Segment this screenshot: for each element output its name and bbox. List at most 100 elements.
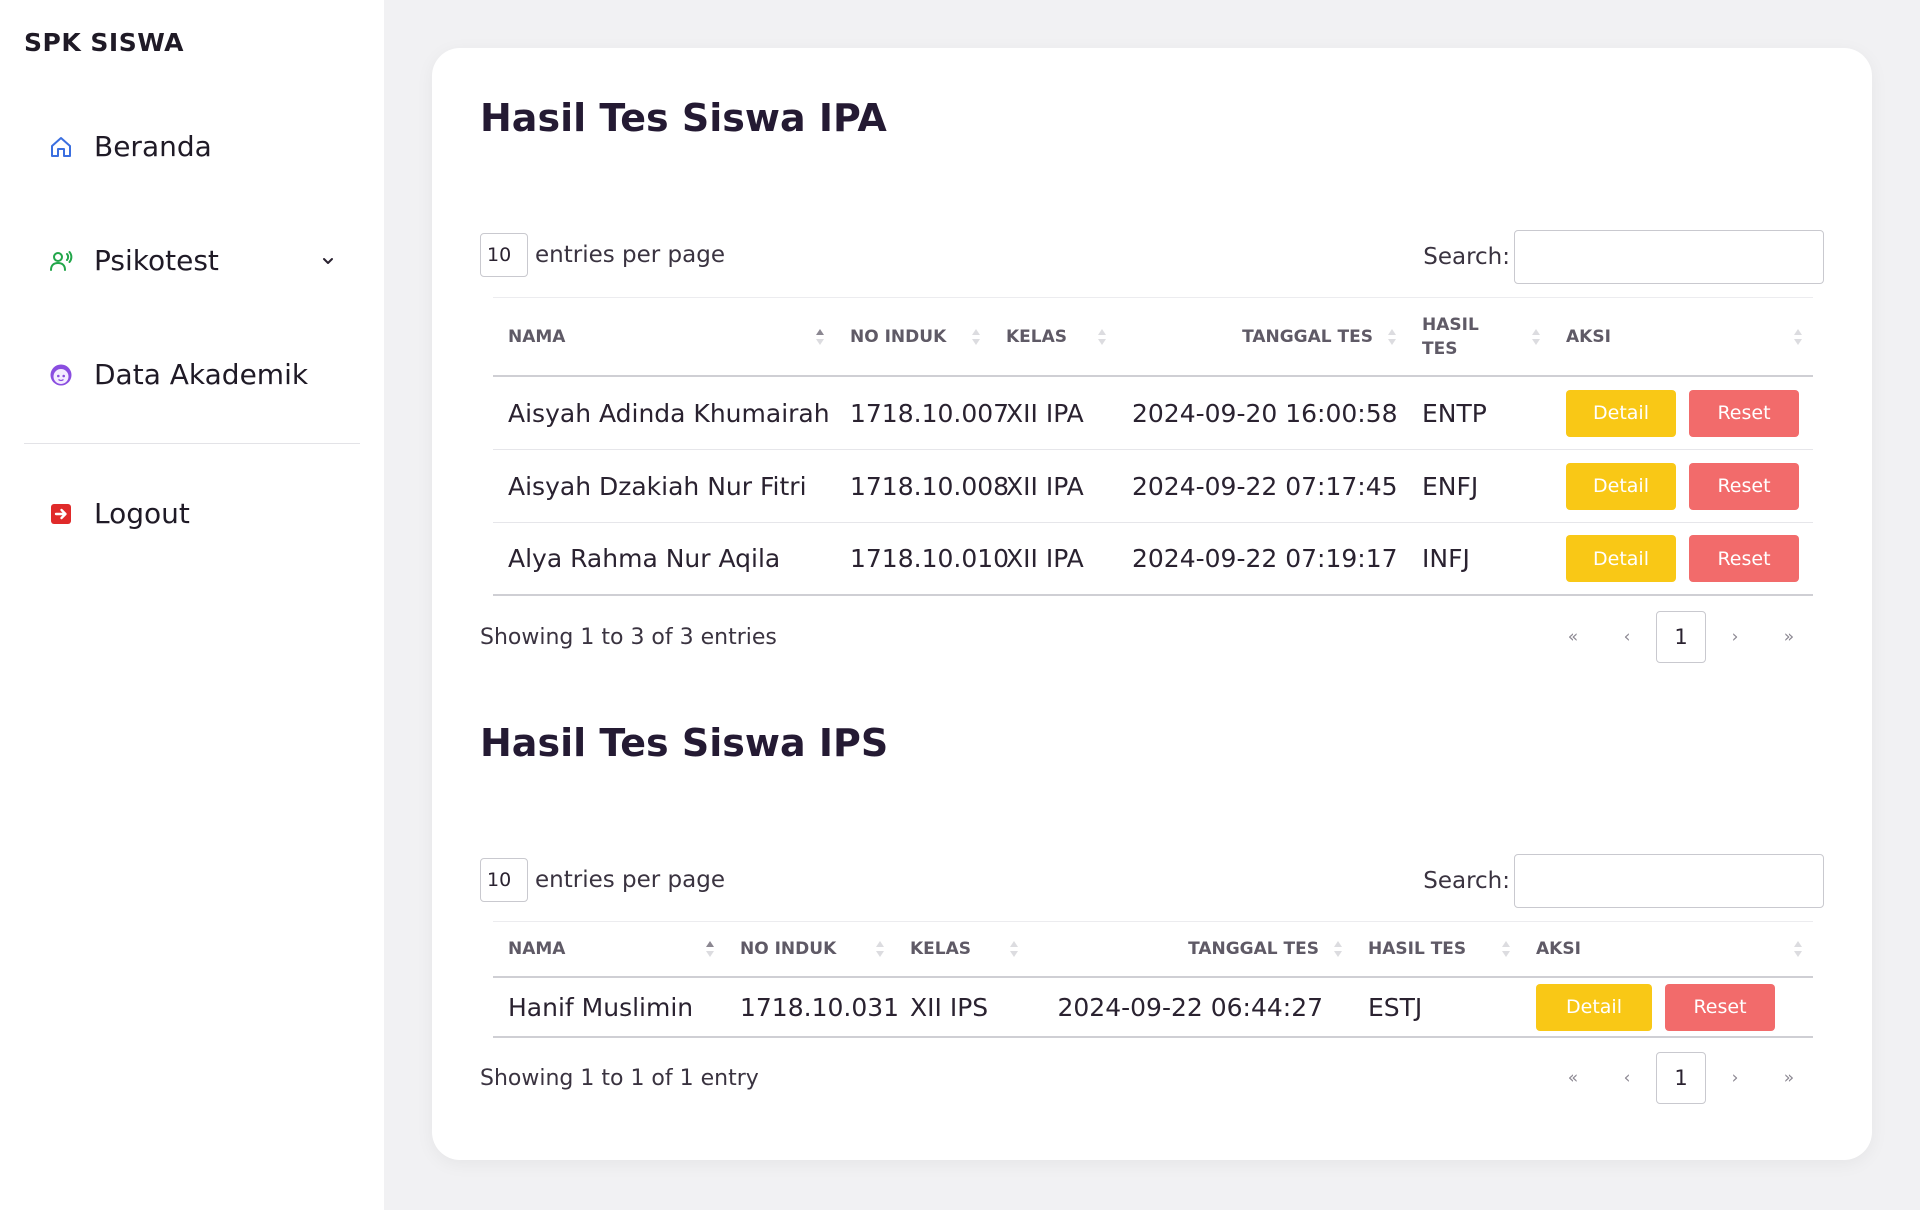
sidebar-item-psikotest[interactable]: Psikotest [48, 244, 338, 277]
cell-no-induk: 1718.10.008 [850, 471, 1010, 501]
detail-button[interactable]: Detail [1566, 389, 1676, 437]
column-header-tanggal-tes[interactable]: TANGGAL TES [1117, 298, 1407, 375]
ips-search: Search: [1423, 854, 1824, 908]
sidebar-item-beranda[interactable]: Beranda [48, 130, 338, 163]
column-header-aksi[interactable]: AKSI [1551, 298, 1813, 375]
column-header-hasil-tes[interactable]: HASIL TES [1353, 922, 1521, 976]
logout-icon [48, 501, 74, 527]
cell-hasil-tes: ENFJ [1422, 471, 1479, 501]
cell-nama: Aisyah Adinda Khumairah [508, 398, 830, 428]
sidebar-item-label: Logout [94, 497, 190, 530]
sort-icon [1532, 328, 1540, 345]
detail-button[interactable]: Detail [1536, 983, 1652, 1031]
column-header-kelas[interactable]: KELAS [895, 922, 1029, 976]
column-header-kelas[interactable]: KELAS [991, 298, 1117, 375]
sidebar-item-label: Psikotest [94, 244, 219, 277]
cell-kelas: XII IPA [1006, 544, 1084, 573]
cell-tanggal-tes: 2024-09-22 06:44:27 [1057, 992, 1323, 1022]
ips-table: NAMA NO INDUK KELAS TANGGAL TES HASIL TE… [493, 921, 1813, 1038]
sort-icon [1502, 941, 1510, 957]
detail-button[interactable]: Detail [1566, 535, 1676, 582]
pagination-prev[interactable]: ‹ [1600, 1052, 1654, 1104]
ipa-table: NAMA NO INDUK KELAS TANGGAL TES HASIL TE… [493, 297, 1813, 596]
chevron-down-icon[interactable] [318, 251, 338, 271]
section-title-ips: Hasil Tes Siswa IPS [480, 721, 889, 765]
cell-nama: Hanif Muslimin [508, 992, 694, 1022]
pagination-prev[interactable]: ‹ [1600, 611, 1654, 663]
ipa-search: Search: [1423, 230, 1824, 284]
table-row: Aisyah Dzakiah Nur Fitri 1718.10.008 XII… [493, 450, 1813, 523]
sidebar-item-data-akademik[interactable]: Data Akademik [48, 358, 338, 391]
table-row: Alya Rahma Nur Aqila 1718.10.010 XII IPA… [493, 523, 1813, 596]
cell-tanggal-tes: 2024-09-22 07:19:17 [1132, 544, 1398, 573]
cell-aksi: Detail Reset [1551, 462, 1813, 510]
sidebar-divider [24, 443, 360, 444]
search-label: Search: [1423, 868, 1510, 894]
sidebar-item-logout[interactable]: Logout [48, 497, 338, 530]
column-header-tanggal-tes[interactable]: TANGGAL TES [1029, 922, 1353, 976]
ipa-search-input[interactable] [1514, 230, 1824, 284]
cell-aksi: Detail Reset [1551, 535, 1813, 582]
column-header-no-induk[interactable]: NO INDUK [835, 298, 991, 375]
ips-search-input[interactable] [1514, 854, 1824, 908]
table-header: NAMA NO INDUK KELAS TANGGAL TES HASIL TE… [493, 921, 1813, 978]
cell-hasil-tes: INFJ [1422, 544, 1470, 573]
column-header-aksi[interactable]: AKSI [1521, 922, 1813, 976]
cell-aksi: Detail Reset [1551, 389, 1813, 437]
pagination-last[interactable]: » [1762, 1052, 1816, 1104]
sort-icon [1794, 941, 1802, 957]
cell-tanggal-tes: 2024-09-20 16:00:58 [1132, 398, 1398, 428]
section-title-ipa: Hasil Tes Siswa IPA [480, 96, 887, 140]
cell-tanggal-tes: 2024-09-22 07:17:45 [1132, 471, 1398, 501]
cell-no-induk: 1718.10.010 [850, 544, 1010, 573]
cell-nama: Aisyah Dzakiah Nur Fitri [508, 471, 807, 501]
pagination-next[interactable]: › [1708, 611, 1762, 663]
cell-kelas: XII IPA [1006, 398, 1084, 428]
home-icon [48, 134, 74, 160]
pagination-next[interactable]: › [1708, 1052, 1762, 1104]
pagination-page-1[interactable]: 1 [1656, 1052, 1706, 1104]
table-row: Aisyah Adinda Khumairah 1718.10.007 XII … [493, 377, 1813, 450]
sidebar: SPK SISWA Beranda Psikotest Data Akademi… [0, 0, 384, 1210]
sidebar-item-label: Beranda [94, 130, 212, 163]
detail-button[interactable]: Detail [1566, 462, 1676, 510]
ips-length-control: 10 entries per page [480, 858, 725, 902]
pagination-first[interactable]: « [1546, 1052, 1600, 1104]
sort-icon [1010, 941, 1018, 957]
entries-per-page-label: entries per page [535, 867, 725, 893]
pagination-last[interactable]: » [1762, 611, 1816, 663]
ips-entries-select[interactable]: 10 [480, 858, 528, 902]
face-icon [48, 362, 74, 388]
pagination-page-1[interactable]: 1 [1656, 611, 1706, 663]
sort-asc-icon [816, 328, 824, 345]
sidebar-item-label: Data Akademik [94, 358, 309, 391]
sort-asc-icon [706, 941, 714, 957]
sort-icon [972, 328, 980, 345]
reset-button[interactable]: Reset [1665, 983, 1775, 1031]
search-label: Search: [1423, 244, 1510, 270]
ipa-pagination: « ‹ 1 › » [1546, 611, 1816, 663]
column-header-nama[interactable]: NAMA [493, 298, 835, 375]
sort-icon [1334, 941, 1342, 957]
ipa-entries-select[interactable]: 10 [480, 233, 528, 277]
cell-nama: Alya Rahma Nur Aqila [508, 544, 781, 573]
reset-button[interactable]: Reset [1689, 462, 1799, 510]
column-header-nama[interactable]: NAMA [493, 922, 725, 976]
cell-kelas: XII IPS [910, 992, 989, 1022]
user-voice-icon [48, 248, 74, 274]
table-row: Hanif Muslimin 1718.10.031 XII IPS 2024-… [493, 978, 1813, 1038]
sort-icon [876, 941, 884, 957]
column-header-no-induk[interactable]: NO INDUK [725, 922, 895, 976]
ipa-table-info: Showing 1 to 3 of 3 entries [480, 625, 777, 650]
cell-kelas: XII IPA [1006, 471, 1084, 501]
sort-icon [1388, 328, 1396, 345]
table-header: NAMA NO INDUK KELAS TANGGAL TES HASIL TE… [493, 297, 1813, 377]
column-header-hasil-tes[interactable]: HASIL TES [1407, 298, 1551, 375]
reset-button[interactable]: Reset [1689, 535, 1799, 582]
brand-title: SPK SISWA [24, 28, 185, 57]
entries-per-page-label: entries per page [535, 242, 725, 268]
pagination-first[interactable]: « [1546, 611, 1600, 663]
cell-hasil-tes: ESTJ [1368, 992, 1423, 1022]
main-card: Hasil Tes Siswa IPA 10 entries per page … [432, 48, 1872, 1160]
reset-button[interactable]: Reset [1689, 389, 1799, 437]
